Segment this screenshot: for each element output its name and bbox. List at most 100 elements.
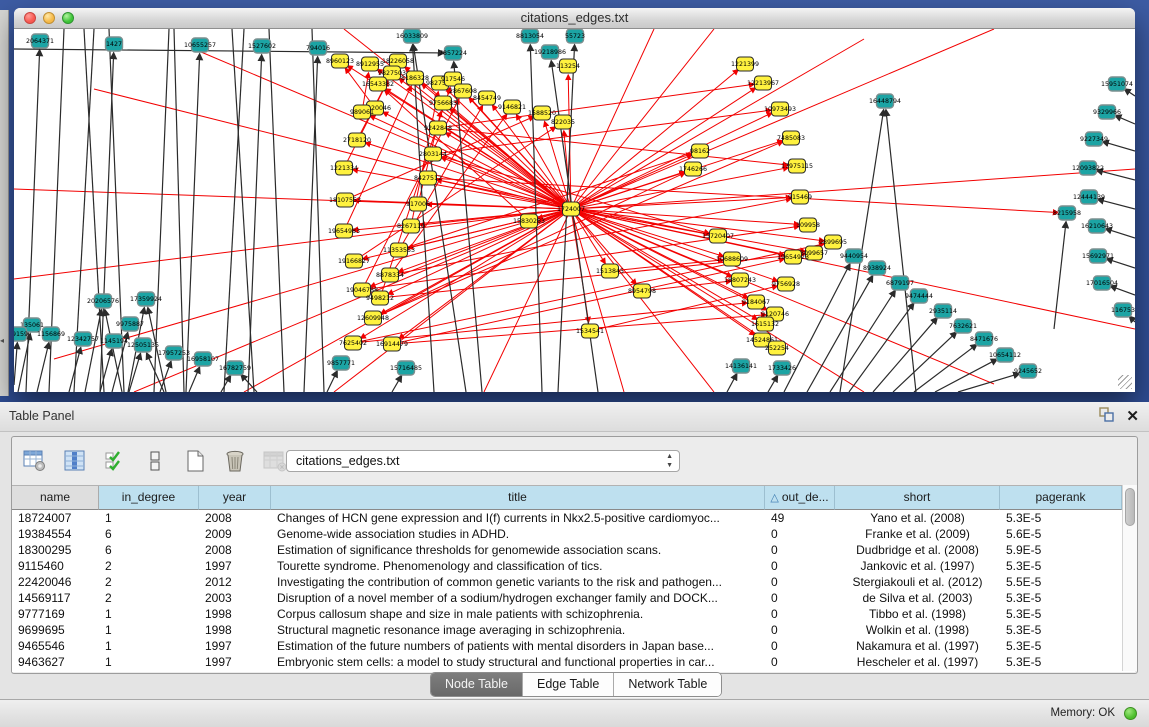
network-view-canvas[interactable]: 1724007896012389129551822605898275038186… (14, 29, 1135, 392)
graph-node[interactable]: 8938924 (863, 261, 891, 275)
graph-node[interactable]: 116753 (1111, 303, 1135, 317)
scrollbar-thumb[interactable] (1125, 488, 1135, 526)
graph-node[interactable]: 1156869 (37, 327, 65, 341)
table-row[interactable]: 946554611997Estimation of the future num… (12, 638, 1135, 654)
table-row[interactable]: 1938455462009Genome-wide association stu… (12, 526, 1135, 542)
close-panel-icon[interactable]: ✕ (1126, 409, 1139, 424)
graph-node[interactable]: 113254 (556, 59, 580, 73)
graph-node[interactable]: 1221399 (731, 57, 759, 71)
graph-node[interactable]: 1221334 (330, 161, 358, 175)
graph-node[interactable]: 1733426 (768, 361, 796, 375)
table-row[interactable]: 977716911998Corpus callosum shape and si… (12, 606, 1135, 622)
graph-node[interactable]: 9146821 (498, 100, 526, 114)
graph-node[interactable]: 1534541 (576, 324, 604, 338)
graph-node[interactable]: 17975115 (781, 159, 813, 173)
graph-node[interactable]: 8215958 (1053, 206, 1081, 220)
graph-node[interactable]: 8454749 (473, 91, 501, 105)
graph-node[interactable]: 39159 (14, 327, 28, 341)
graph-node[interactable]: 9227349 (1080, 132, 1108, 146)
graph-node[interactable]: 10654112 (989, 348, 1021, 362)
graph-node[interactable]: 17957253 (158, 346, 190, 360)
graph-node[interactable]: 9756928 (772, 277, 800, 291)
column-header-in_degree[interactable]: in_degree (99, 486, 199, 510)
table-row[interactable]: 1830029562008Estimation of significance … (12, 542, 1135, 558)
graph-node[interactable]: 16782759 (219, 361, 251, 375)
table-row[interactable]: 2242004622012Investigating the contribut… (12, 574, 1135, 590)
graph-node[interactable]: 10655257 (184, 38, 216, 52)
graph-node[interactable]: 9440954 (840, 249, 868, 263)
graph-node[interactable]: 6879197 (886, 276, 914, 290)
graph-node[interactable]: 16210643 (1081, 219, 1113, 233)
graph-node[interactable]: 20206576 (87, 294, 119, 308)
tab-edge-table[interactable]: Edge Table (523, 673, 614, 696)
table-row[interactable]: 911546021997Tourette syndrome. Phenomeno… (12, 558, 1135, 574)
graph-node[interactable]: 9329966 (1093, 105, 1121, 119)
float-panel-icon[interactable] (1099, 407, 1114, 427)
graph-node[interactable]: 9242848 (424, 121, 452, 135)
graph-node[interactable]: 16958107 (187, 352, 219, 366)
column-header-year[interactable]: year (199, 486, 271, 510)
graph-node[interactable]: 2935114 (929, 304, 957, 318)
column-header-out_de[interactable]: △out_de... (765, 486, 835, 510)
graph-node[interactable]: 16448794 (869, 94, 901, 108)
graph-node[interactable]: 11353553 (383, 243, 415, 257)
graph-node[interactable]: 7625402 (339, 336, 367, 350)
table-settings-icon[interactable] (22, 448, 48, 474)
graph-node[interactable]: 7485083 (777, 131, 805, 145)
graph-node[interactable]: 989061 (350, 105, 374, 119)
graph-node[interactable]: 8954798 (628, 284, 656, 298)
graph-node[interactable]: 8878334 (376, 268, 404, 282)
graph-node[interactable]: 98162 (690, 144, 710, 158)
tab-node-table[interactable]: Node Table (431, 673, 523, 696)
graph-node[interactable]: 7632621 (949, 319, 977, 333)
graph-node[interactable]: 8912955 (356, 57, 384, 71)
table-selector-dropdown[interactable]: citations_edges.txt ▲ ▼ (286, 450, 680, 472)
graph-node[interactable]: 12213967 (747, 76, 779, 90)
graph-node[interactable]: 917006 (406, 197, 430, 211)
graph-node[interactable]: 1427 (106, 37, 123, 51)
graph-node[interactable]: 19166827 (338, 254, 370, 268)
graph-node[interactable]: 9857771 (327, 356, 355, 370)
graph-node[interactable]: 8813054 (516, 29, 544, 43)
graph-node[interactable]: 55723 (565, 29, 585, 43)
table-row[interactable]: 946362711997Embryonic stem cells: a mode… (12, 654, 1135, 670)
window-resize-handle[interactable] (1118, 375, 1132, 389)
graph-node[interactable]: 822035 (551, 115, 575, 129)
window-titlebar[interactable]: citations_edges.txt (14, 8, 1135, 29)
collapsed-panel-strip[interactable]: ◂ (0, 10, 9, 396)
column-visibility-icon[interactable] (62, 448, 88, 474)
graph-node[interactable]: 17016504 (1086, 276, 1118, 290)
table-row[interactable]: 1456911722003Disruption of a novel membe… (12, 590, 1135, 606)
graph-node[interactable]: 915469 (788, 190, 812, 204)
graph-node[interactable]: 19218986 (534, 45, 566, 59)
graph-node[interactable]: 9899695 (819, 235, 847, 249)
graph-node[interactable]: 8267110 (397, 219, 425, 233)
graph-node[interactable]: 8960123 (326, 54, 354, 68)
graph-node[interactable]: 16033809 (396, 29, 428, 43)
graph-node[interactable]: 10688609 (716, 252, 748, 266)
graph-node[interactable]: 14136141 (725, 359, 757, 373)
graph-node[interactable]: 15716485 (390, 361, 422, 375)
table-row[interactable]: 969969511998Structural magnetic resonanc… (12, 622, 1135, 638)
column-header-name[interactable]: name (12, 486, 99, 510)
graph-node[interactable]: 12505135 (127, 338, 159, 352)
tab-network-table[interactable]: Network Table (614, 673, 721, 696)
column-header-pagerank[interactable]: pagerank (1000, 486, 1122, 510)
trash-icon[interactable] (222, 448, 248, 474)
graph-node[interactable]: 252254 (765, 341, 789, 355)
graph-node[interactable]: 12444139 (1073, 190, 1105, 204)
row-height-icon[interactable] (142, 448, 168, 474)
table-vertical-scrollbar[interactable] (1122, 485, 1137, 671)
graph-node[interactable]: 8471676 (970, 332, 998, 346)
import-table-icon[interactable] (262, 448, 288, 474)
column-header-title[interactable]: title (271, 486, 765, 510)
graph-node[interactable]: 15720407 (702, 229, 734, 243)
graph-node[interactable]: 109958 (796, 218, 820, 232)
graph-node[interactable]: 15692971 (1082, 249, 1114, 263)
graph-node[interactable]: 9474444 (905, 289, 933, 303)
graph-node[interactable]: 9245652 (1014, 364, 1042, 378)
graph-node[interactable]: 15951074 (1101, 77, 1133, 91)
graph-node[interactable]: 7857224 (439, 46, 467, 60)
select-rows-icon[interactable] (102, 448, 128, 474)
graph-node[interactable]: 2064371 (26, 34, 54, 48)
